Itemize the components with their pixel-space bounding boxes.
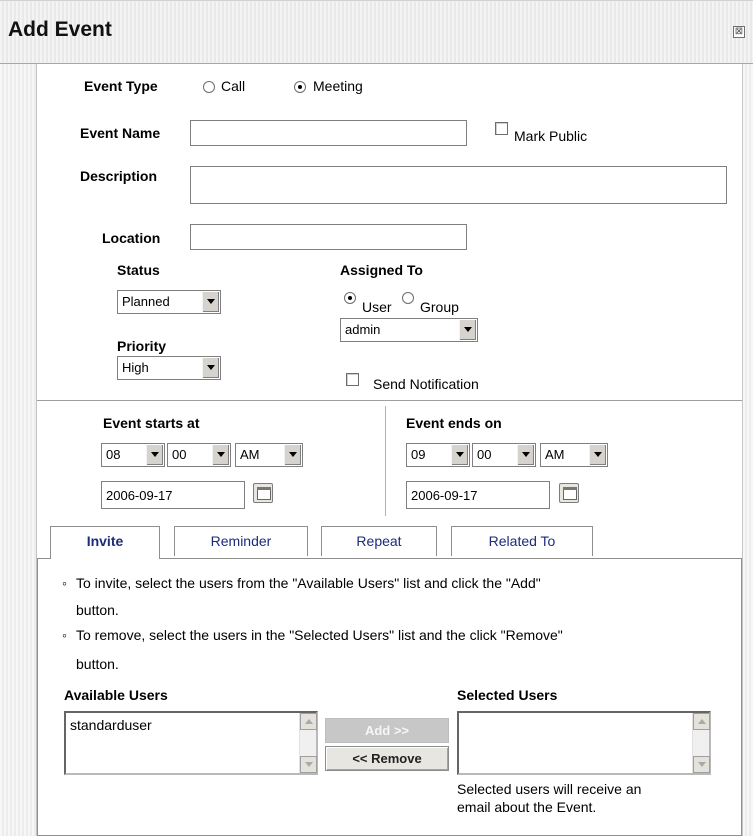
send-notification-checkbox[interactable] [346,373,359,386]
scroll-up-icon[interactable] [300,713,317,730]
chevron-down-icon[interactable] [284,445,301,465]
chevron-down-icon[interactable] [146,445,163,465]
instruction-invite-line2: button. [76,602,119,618]
list-item[interactable]: standarduser [70,717,152,733]
selected-users-label: Selected Users [457,687,558,703]
end-hour-select[interactable]: 09 [406,443,470,467]
chevron-down-icon[interactable] [451,445,468,465]
scrollbar[interactable] [299,713,317,773]
scroll-up-icon[interactable] [693,713,710,730]
start-date-input[interactable] [101,481,245,509]
available-users-list[interactable]: standarduser [64,711,318,775]
start-minute-value: 00 [172,447,187,462]
section-divider [37,400,742,401]
chevron-down-icon[interactable] [517,445,534,465]
event-type-call-radio[interactable] [203,81,215,93]
tab-related-to[interactable]: Related To [451,526,593,556]
tab-reminder-label: Reminder [210,533,272,549]
assigned-user-radio[interactable] [344,292,356,304]
assigned-user-label: User [362,299,392,315]
start-minute-select[interactable]: 00 [167,443,231,467]
remove-button[interactable]: << Remove [325,746,449,771]
add-button[interactable]: Add >> [325,718,449,743]
status-select[interactable]: Planned [117,290,221,314]
event-end-label: Event ends on [406,415,502,431]
calendar-icon[interactable] [253,483,273,503]
scroll-down-icon[interactable] [693,756,710,773]
tab-repeat[interactable]: Repeat [321,526,437,556]
status-value: Planned [122,294,170,309]
scrollbar[interactable] [692,713,710,773]
close-icon[interactable]: ⊠ [733,26,745,38]
left-border-stripe [0,64,37,836]
assigned-user-value: admin [345,322,381,337]
active-tab-joiner [51,557,159,560]
event-name-label: Event Name [80,125,161,141]
start-hour-select[interactable]: 08 [101,443,165,467]
chevron-down-icon[interactable] [459,320,476,340]
dialog-title-bar[interactable] [0,0,753,64]
dialog-title: Add Event [8,18,112,41]
instruction-remove-line2: button. [76,656,119,672]
location-label: Location [102,230,161,246]
chevron-down-icon[interactable] [202,292,219,312]
end-date-input[interactable] [406,481,550,509]
date-divider [385,406,386,516]
scroll-down-icon[interactable] [300,756,317,773]
event-name-input[interactable] [190,120,467,146]
tab-related-to-label: Related To [488,533,556,549]
description-label: Description [80,168,158,184]
end-ampm-select[interactable]: AM [540,443,608,467]
mark-public-checkbox[interactable] [495,122,508,135]
end-ampm-value: AM [545,447,565,462]
event-type-meeting-label: Meeting [313,78,363,94]
mark-public-label: Mark Public [514,128,588,144]
event-type-meeting-radio[interactable] [294,81,306,93]
start-ampm-value: AM [240,447,260,462]
selected-users-note-line1: Selected users will receive an [457,781,642,797]
right-border-stripe [742,64,753,836]
description-input[interactable] [190,166,727,204]
start-hour-value: 08 [106,447,121,462]
instruction-remove-line1: To remove, select the users in the "Sele… [76,627,563,643]
assigned-group-radio[interactable] [402,292,414,304]
priority-select[interactable]: High [117,356,221,380]
event-type-label: Event Type [84,78,158,94]
instruction-invite-line1: To invite, select the users from the "Av… [76,575,541,591]
end-minute-value: 00 [477,447,492,462]
priority-value: High [122,360,149,375]
assigned-user-select[interactable]: admin [340,318,478,342]
chevron-down-icon[interactable] [202,358,219,378]
tab-invite-label: Invite [86,533,124,549]
chevron-down-icon[interactable] [589,445,606,465]
bullet-icon: ◦ [62,627,67,643]
assigned-group-label: Group [420,299,459,315]
bullet-icon: ◦ [62,575,67,591]
end-minute-select[interactable]: 00 [472,443,536,467]
status-label: Status [117,262,160,278]
event-start-label: Event starts at [103,415,200,431]
event-type-call-label: Call [221,78,246,94]
assigned-to-label: Assigned To [340,262,423,278]
selected-users-note-line2: email about the Event. [457,799,597,815]
location-input[interactable] [190,224,467,250]
chevron-down-icon[interactable] [212,445,229,465]
available-users-label: Available Users [64,687,168,703]
start-ampm-select[interactable]: AM [235,443,303,467]
tab-reminder[interactable]: Reminder [174,526,308,556]
calendar-icon[interactable] [559,483,579,503]
tab-invite[interactable]: Invite [50,526,160,559]
priority-label: Priority [117,338,167,354]
end-hour-value: 09 [411,447,426,462]
tab-repeat-label: Repeat [356,533,402,549]
selected-users-list[interactable] [457,711,711,775]
send-notification-label: Send Notification [373,376,479,392]
